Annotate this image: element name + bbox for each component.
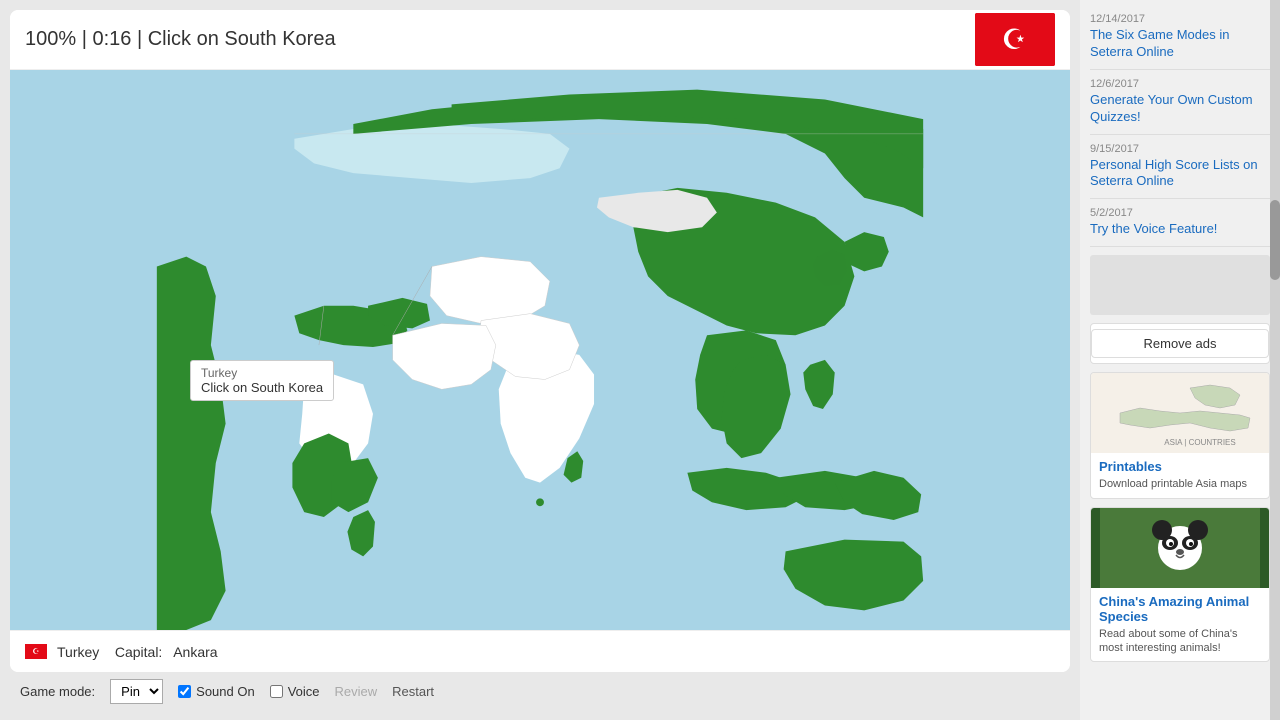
game-mode-select[interactable]: Pin — [110, 679, 163, 704]
flag-small-crescent: ☪ — [32, 647, 39, 656]
panda-thumbnail — [1091, 508, 1269, 588]
map-container: 100% | 0:16 | Click on South Korea ☪ — [10, 10, 1070, 672]
news-link-3[interactable]: Personal High Score Lists on Seterra Onl… — [1090, 157, 1270, 191]
restart-button[interactable]: Restart — [392, 684, 434, 699]
scrollbar-track — [1270, 0, 1280, 720]
ad-placeholder — [1090, 255, 1270, 315]
news-date-2: 12/6/2017 — [1090, 78, 1270, 90]
voice-checkbox[interactable] — [270, 685, 283, 698]
panda-card-body: China's Amazing Animal Species Read abou… — [1091, 588, 1269, 662]
svg-text:ASIA | COUNTRIES: ASIA | COUNTRIES — [1164, 438, 1235, 447]
news-link-1[interactable]: The Six Game Modes in Seterra Online — [1090, 27, 1270, 61]
sound-on-group: Sound On — [178, 684, 255, 699]
sound-on-checkbox[interactable] — [178, 685, 191, 698]
news-item-4: 5/2/2017 Try the Voice Feature! — [1090, 199, 1270, 247]
printables-card[interactable]: ASIA | COUNTRIES Printables Download pri… — [1090, 372, 1270, 498]
sound-on-label[interactable]: Sound On — [196, 684, 255, 699]
printables-desc: Download printable Asia maps — [1099, 477, 1261, 491]
voice-group: Voice — [270, 684, 320, 699]
turkey-flag: ☪ — [975, 13, 1055, 66]
news-link-4[interactable]: Try the Voice Feature! — [1090, 221, 1270, 238]
main-content: 100% | 0:16 | Click on South Korea ☪ — [0, 0, 1080, 720]
news-item-2: 12/6/2017 Generate Your Own Custom Quizz… — [1090, 70, 1270, 135]
bottom-toolbar: Game mode: Pin Sound On Voice Review Res… — [10, 672, 1070, 710]
panda-card[interactable]: China's Amazing Animal Species Read abou… — [1090, 507, 1270, 663]
map-area[interactable]: Turkey Click on South Korea — [10, 70, 1070, 630]
printables-thumbnail: ASIA | COUNTRIES — [1091, 373, 1269, 453]
panda-card-title[interactable]: China's Amazing Animal Species — [1099, 594, 1261, 624]
sidebar: 12/14/2017 The Six Game Modes in Seterra… — [1080, 0, 1280, 720]
news-date-4: 5/2/2017 — [1090, 207, 1270, 219]
remove-ads-button[interactable]: Remove ads — [1091, 329, 1269, 358]
footer-capital-label: Capital: — [115, 644, 162, 660]
map-footer: ☪ Turkey Capital: Ankara — [10, 630, 1070, 672]
printables-title[interactable]: Printables — [1099, 459, 1261, 474]
flag-small-turkey: ☪ — [25, 644, 47, 659]
news-item-1: 12/14/2017 The Six Game Modes in Seterra… — [1090, 5, 1270, 70]
news-item-3: 9/15/2017 Personal High Score Lists on S… — [1090, 135, 1270, 200]
map-title: 100% | 0:16 | Click on South Korea — [25, 28, 336, 51]
game-mode-label: Game mode: — [20, 684, 95, 699]
panda-card-desc: Read about some of China's most interest… — [1099, 627, 1261, 656]
printables-card-body: Printables Download printable Asia maps — [1091, 453, 1269, 497]
review-button[interactable]: Review — [335, 684, 378, 699]
news-date-1: 12/14/2017 — [1090, 13, 1270, 25]
map-header: 100% | 0:16 | Click on South Korea ☪ — [10, 10, 1070, 70]
turkey-crescent-icon: ☪ — [1001, 23, 1026, 56]
voice-label[interactable]: Voice — [288, 684, 320, 699]
footer-capital-value: Ankara — [173, 644, 217, 660]
news-date-3: 9/15/2017 — [1090, 143, 1270, 155]
flag-box: ☪ — [975, 13, 1055, 66]
remove-ads-card: Remove ads — [1090, 323, 1270, 364]
map-svg[interactable] — [10, 70, 1070, 630]
scrollbar-thumb[interactable] — [1270, 200, 1280, 280]
country-info: Turkey Capital: Ankara — [57, 644, 218, 660]
news-link-2[interactable]: Generate Your Own Custom Quizzes! — [1090, 92, 1270, 126]
footer-country-name: Turkey — [57, 644, 99, 660]
